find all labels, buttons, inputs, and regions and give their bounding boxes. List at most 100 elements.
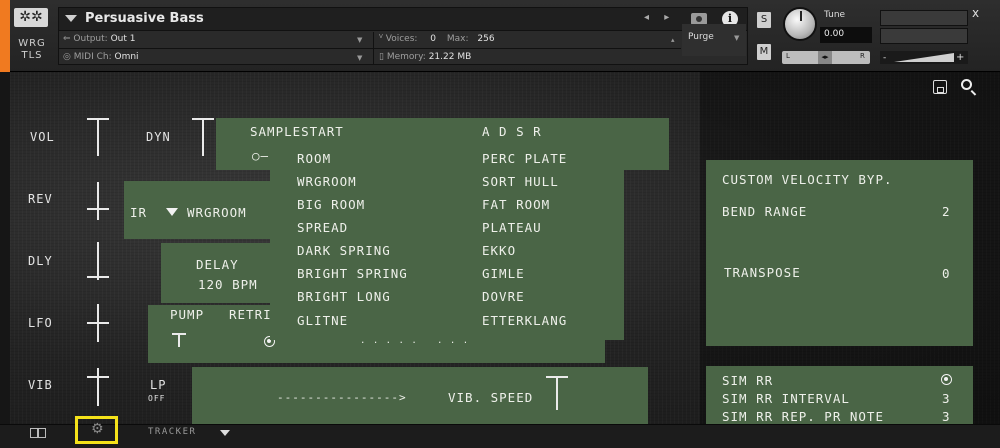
dyn-fader-stem [202, 118, 204, 156]
tune-value[interactable]: 0.00 [820, 27, 872, 43]
vibrato-arrow: ----------------> [277, 391, 407, 404]
vib-speed-fader[interactable] [546, 376, 568, 410]
ir-option[interactable]: SORT HULL [482, 174, 559, 189]
pan-slider[interactable]: L ◂▸ R [782, 51, 870, 64]
volume-minus[interactable]: - [883, 53, 886, 63]
output-dropdown-icon[interactable]: ▼ [357, 36, 362, 44]
purge-dropdown-icon: ▼ [734, 34, 740, 42]
vib-fader-stem [97, 368, 99, 406]
ir-selected-value[interactable]: WRGROOM [187, 205, 247, 220]
ir-option[interactable]: ETTERKLANG [482, 313, 567, 328]
vol-fader[interactable] [87, 118, 109, 156]
bend-range-label: BEND RANGE [722, 204, 808, 219]
tune-knob[interactable] [783, 7, 817, 41]
max-voices-label: Max: [446, 34, 469, 44]
voices-readout: ⱽ Voices: 0 Max: 256 [379, 34, 495, 44]
lfo-fader-stem [97, 304, 99, 342]
bend-range-value[interactable]: 2 [942, 204, 951, 219]
rev-fader[interactable] [87, 182, 109, 220]
pan-handle[interactable]: ◂▸ [818, 51, 832, 64]
pump-label: PUMP [170, 307, 205, 322]
ir-dropdown-icon[interactable] [166, 208, 178, 216]
ir-option[interactable]: BRIGHT SPRING [297, 266, 408, 281]
memory-label: Memory: [386, 52, 426, 62]
instrument-logo-button[interactable]: ✲✲ [14, 8, 48, 27]
column-divider [373, 32, 374, 64]
midi-value: Omni [114, 52, 139, 62]
ir-option[interactable]: SPREAD [297, 220, 348, 235]
dly-label: DLY [28, 254, 53, 268]
ir-option[interactable]: GIMLE [482, 266, 525, 281]
instrument-name[interactable]: Persuasive Bass [85, 11, 204, 26]
vib-fader[interactable] [87, 368, 109, 406]
save-icon[interactable] [933, 80, 947, 94]
vib-speed-fader-stem [556, 376, 558, 410]
ir-option[interactable]: ROOM [297, 151, 331, 166]
sim-rr-radio[interactable] [941, 374, 952, 385]
purge-menu[interactable]: Purge ▼ [682, 24, 746, 56]
volume-slider[interactable] [880, 51, 968, 64]
max-voices-value[interactable]: 256 [477, 34, 494, 44]
ir-option[interactable]: WRGROOM [297, 174, 357, 189]
lfo-label: LFO [28, 316, 53, 330]
instrument-header: ✲✲ WRG TLS Persuasive Bass ◂ ▸ i ⇐ Outpu… [0, 0, 1000, 72]
output-value: Out 1 [110, 34, 136, 44]
transpose-label: TRANSPOSE [724, 265, 801, 280]
midi-channel-selector[interactable]: ◎ MIDI Ch: Omni [63, 52, 139, 62]
tracker-label[interactable]: TRACKER [148, 427, 196, 437]
mute-button[interactable]: M [757, 44, 771, 60]
solo-button[interactable]: S [757, 12, 771, 28]
ir-option[interactable]: FAT ROOM [482, 197, 550, 212]
sim-rr-rep-value[interactable]: 3 [942, 409, 951, 424]
purge-label: Purge [688, 32, 714, 42]
instrument-info-box: Persuasive Bass ◂ ▸ i ⇐ Output: Out 1 ▼ … [58, 7, 748, 65]
lfo-fader[interactable] [87, 304, 109, 342]
row-divider [59, 48, 681, 49]
pump-fader[interactable] [172, 333, 186, 347]
dyn-label: DYN [146, 130, 171, 144]
custom-velocity-bypass[interactable]: CUSTOM VELOCITY BYP. [722, 172, 893, 187]
vol-label: VOL [30, 130, 55, 144]
delay-tempo[interactable]: 120 BPM [198, 277, 258, 292]
output-selector[interactable]: ⇐ Output: Out 1 [63, 34, 135, 44]
dly-fader[interactable] [87, 242, 109, 280]
ir-option[interactable]: PLATEAU [482, 220, 542, 235]
adsr-label: A D S R [482, 124, 542, 139]
close-icon[interactable]: x [972, 6, 979, 20]
book-icon[interactable] [30, 428, 46, 438]
vol-fader-stem [97, 118, 99, 156]
ir-option[interactable]: BIG ROOM [297, 197, 365, 212]
purge-arrow-icon: ▴ [671, 36, 675, 44]
level-meter-left [880, 10, 968, 26]
brand-line-1: WRG [18, 38, 46, 49]
midi-dropdown-icon[interactable]: ▼ [357, 54, 362, 62]
header-accent-bar [0, 0, 10, 72]
memory-readout: ▯ Memory: 21.22 MB [379, 52, 472, 62]
volume-plus[interactable]: + [956, 52, 964, 63]
instrument-nav-arrows[interactable]: ◂ ▸ [644, 12, 675, 23]
ir-option[interactable]: EKKO [482, 243, 516, 258]
ir-option[interactable]: DARK SPRING [297, 243, 391, 258]
sim-rr-label: SIM RR [722, 373, 774, 388]
gear-icon: ⚙ [91, 421, 104, 437]
lowpass-state[interactable]: OFF [148, 394, 165, 403]
sim-rr-interval-value[interactable]: 3 [942, 391, 951, 406]
ir-option[interactable]: PERC PLATE [482, 151, 567, 166]
voices-value: 0 [430, 34, 437, 44]
rev-fader-stem [97, 182, 99, 220]
collapse-caret-icon[interactable] [65, 15, 77, 22]
brand-line-2: TLS [21, 50, 43, 61]
samplestart-slider[interactable]: ○— [252, 148, 269, 163]
pan-right-label: R [860, 52, 865, 60]
dyn-fader[interactable] [192, 118, 214, 156]
ir-label: IR [130, 205, 148, 220]
sim-rr-rep-label: SIM RR REP. PR NOTE [722, 409, 884, 424]
zoom-icon[interactable] [961, 79, 972, 90]
ir-option[interactable]: GLITNE [297, 313, 348, 328]
settings-gear-button[interactable]: ⚙ [75, 416, 118, 444]
instrument-title-row: Persuasive Bass ◂ ▸ i [59, 8, 747, 31]
ir-option[interactable]: BRIGHT LONG [297, 289, 391, 304]
transpose-value[interactable]: 0 [942, 266, 951, 281]
tracker-dropdown-icon[interactable] [220, 430, 230, 436]
ir-option[interactable]: DOVRE [482, 289, 525, 304]
